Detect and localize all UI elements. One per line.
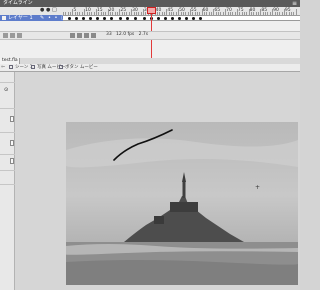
layer-controls: ● ● □	[40, 8, 62, 14]
symbol2-label[interactable]: ボタン ムービー	[65, 65, 98, 70]
keyframe[interactable]	[110, 17, 113, 20]
ruler-label: 80	[249, 8, 256, 13]
keyframe[interactable]	[67, 17, 71, 20]
pencil-icon: ✎	[40, 15, 45, 21]
keyframe[interactable]	[178, 17, 182, 20]
elapsed-time: 2.7s	[138, 32, 149, 37]
stage-photo[interactable]	[66, 122, 298, 285]
ruler-label: 10	[85, 8, 91, 13]
divider	[0, 132, 15, 133]
ruler-label: 70	[226, 8, 232, 13]
ruler-label: 65	[214, 8, 221, 13]
keyframe[interactable]	[142, 17, 146, 20]
divider	[0, 184, 15, 185]
frame-rate: 12.0 fps	[116, 32, 135, 37]
eye-icon[interactable]: ●	[40, 8, 44, 13]
onion-outline-icon[interactable]	[84, 33, 89, 38]
new-folder-icon[interactable]	[10, 33, 15, 38]
keyframe[interactable]	[133, 17, 137, 20]
divider	[0, 170, 15, 171]
ruler-label: 45	[167, 8, 174, 13]
delete-layer-icon[interactable]	[17, 33, 22, 38]
options-icon[interactable]: ⊙	[4, 87, 8, 93]
ruler-label: 55	[190, 8, 197, 13]
crosshair-cursor: +	[255, 184, 261, 191]
keyframe[interactable]	[88, 17, 92, 20]
scene-icon	[9, 65, 13, 69]
property-field[interactable]	[10, 158, 14, 164]
keyframe[interactable]	[74, 17, 78, 20]
ruler-label: 40	[155, 8, 162, 13]
ruler-label: 15	[96, 8, 103, 13]
edit-multiple-icon[interactable]	[91, 33, 96, 38]
movie-clip-icon-2	[59, 65, 63, 69]
movie-clip-icon	[31, 65, 35, 69]
keyframe[interactable]	[185, 17, 189, 20]
keyframe[interactable]	[126, 17, 130, 20]
abbey-spire	[182, 180, 186, 198]
keyframe[interactable]	[171, 17, 175, 20]
divider	[0, 154, 15, 155]
ruler-label: 5	[73, 8, 77, 13]
ruler-label: 85	[261, 8, 268, 13]
center-frame-icon[interactable]	[70, 33, 75, 38]
timeline-status: 33 12.0 fps 2.7s	[106, 32, 148, 37]
property-field[interactable]	[10, 140, 14, 146]
divider	[0, 82, 15, 83]
lock-icon[interactable]: ●	[46, 8, 50, 13]
playhead-handle[interactable]	[147, 7, 156, 14]
timeline-titlebar	[0, 0, 300, 7]
ruler-label: 95	[284, 8, 291, 13]
abbey-wall	[154, 216, 164, 224]
onion-skin-icon[interactable]	[77, 33, 82, 38]
left-properties-strip: ⊙	[0, 72, 15, 290]
timeline-bottom-bar	[0, 31, 300, 40]
keyframe[interactable]	[119, 17, 123, 20]
ruler-label: 30	[132, 8, 138, 13]
layer-icon	[2, 16, 6, 20]
ruler-label: 75	[237, 8, 244, 13]
keyframe[interactable]	[95, 17, 99, 20]
new-layer-icon[interactable]	[3, 33, 8, 38]
abbey-body	[170, 202, 198, 212]
ruler-label: 20	[108, 8, 115, 13]
ruler-label: 90	[273, 8, 279, 13]
keyframe[interactable]	[199, 17, 203, 20]
scene-label[interactable]: シーン 1	[15, 65, 33, 70]
keyframe[interactable]	[164, 17, 168, 20]
keyframe[interactable]	[81, 17, 85, 20]
keyframe[interactable]	[192, 17, 196, 20]
keyframe[interactable]	[102, 17, 106, 20]
edit-bar: ⇦ シーン 1 写真 ムービー ボタン ムービー	[0, 64, 300, 72]
ruler-label: 25	[120, 8, 127, 13]
panel-menu-icon[interactable]: ≡	[291, 0, 298, 7]
frame-strip[interactable]	[63, 15, 300, 21]
keyframe[interactable]	[157, 17, 160, 20]
divider	[0, 108, 15, 109]
timeline-title: タイムライン	[3, 0, 33, 6]
current-frame: 33	[106, 32, 112, 37]
ruler-label: 50	[179, 8, 185, 13]
layer-name[interactable]: レイヤー 1	[8, 15, 33, 21]
outline-icon[interactable]: □	[52, 8, 57, 13]
back-arrow-icon[interactable]: ⇦	[1, 65, 5, 70]
property-field[interactable]	[10, 116, 14, 122]
ruler-label: 60	[202, 8, 209, 13]
